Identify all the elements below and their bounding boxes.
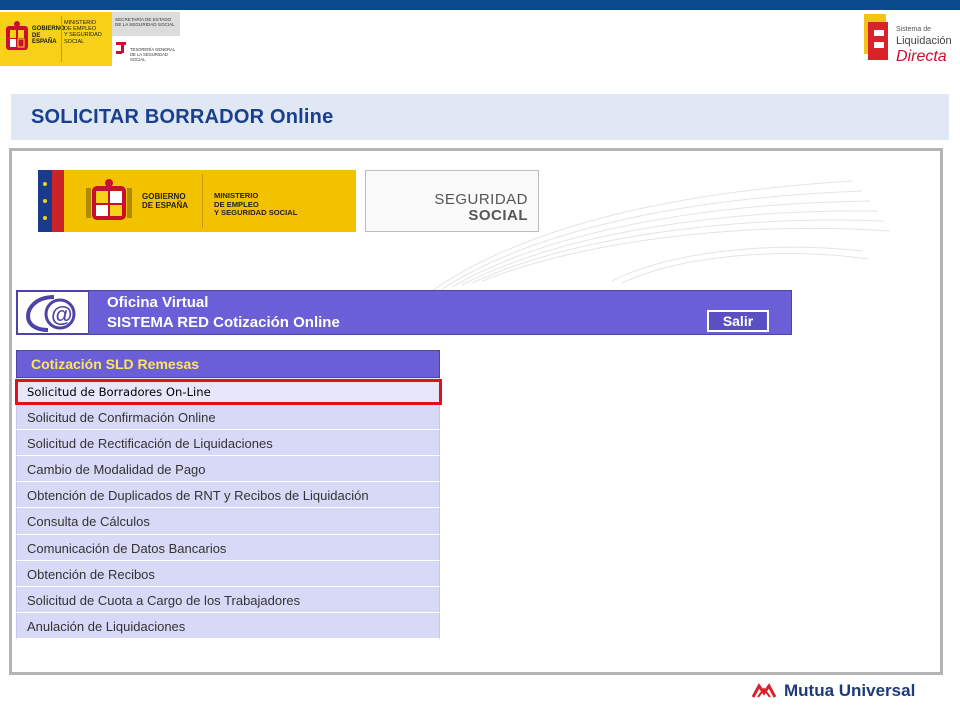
menu-item-label: Consulta de Cálculos — [27, 514, 150, 530]
title-bar: SOLICITAR BORRADOR Online — [11, 94, 949, 140]
ministry-line3: Y SEGURIDAD SOCIAL — [214, 208, 298, 218]
at-sign-logo: @ — [17, 291, 89, 334]
slide: GOBIERNO DE ESPAÑA MINISTERIO DE EMPLEO … — [0, 0, 960, 720]
office-subtitle: SISTEMA RED Cotización Online — [107, 314, 340, 331]
menu-item-duplicados[interactable]: Obtención de Duplicados de RNT y Recibos… — [16, 482, 440, 509]
top-band — [0, 0, 960, 10]
ss-line2: SOCIAL — [468, 207, 528, 224]
sistema-liquidacion-directa-logo: Sistema de Liquidación Directa — [862, 12, 952, 68]
menu-item-label: Anulación de Liquidaciones — [27, 618, 186, 634]
menu-item-label: Cambio de Modalidad de Pago — [27, 462, 206, 478]
tgss-icon — [116, 42, 126, 54]
gov-left-line2: DE ESPAÑA — [32, 32, 57, 46]
office-title: Oficina Virtual — [107, 294, 209, 311]
at-sign-icon: @ — [25, 295, 76, 332]
gov-right-line3: Y SEGURIDAD SOCIAL — [64, 32, 102, 45]
spain-flag-stripe — [52, 170, 64, 232]
sld-line1: Sistema de — [896, 26, 932, 33]
gov-line2: DE ESPAÑA — [142, 201, 189, 210]
menu-item-cuota-trabajadores[interactable]: Solicitud de Cuota a Cargo de los Trabaj… — [16, 586, 440, 613]
menu-item-label: Obtención de Recibos — [27, 566, 155, 582]
tgss-line2: DE LA SEGURIDAD SOCIAL — [130, 52, 168, 62]
mutua-universal-logo: Mutua Universal — [752, 680, 932, 702]
menu-item-consulta-calculos[interactable]: Consulta de Cálculos — [16, 508, 440, 535]
sld-line3: Directa — [896, 48, 947, 65]
sld-line2: Liquidación — [896, 35, 952, 47]
menu-header: Cotización SLD Remesas — [16, 350, 440, 378]
screenshot-frame: GOBIERNO DE ESPAÑA MINISTERIO DE EMPLEO … — [9, 148, 943, 675]
gov-line1: GOBIERNO — [142, 192, 186, 201]
menu-item-solicitud-confirmacion[interactable]: Solicitud de Confirmación Online — [16, 404, 440, 431]
svg-text:@: @ — [51, 302, 72, 327]
ss-line1: SEGURIDAD — [434, 191, 528, 208]
gov-left-line1: GOBIERNO — [32, 26, 65, 32]
menu-item-datos-bancarios[interactable]: Comunicación de Datos Bancarios — [16, 534, 440, 561]
menu-item-label: Comunicación de Datos Bancarios — [27, 540, 227, 556]
menu-item-label: Obtención de Duplicados de RNT y Recibos… — [27, 488, 369, 504]
menu-item-anulacion[interactable]: Anulación de Liquidaciones — [16, 612, 440, 639]
menu-item-label: Solicitud de Confirmación Online — [27, 410, 216, 426]
sld-logo-icon — [864, 14, 888, 60]
sec-line2: DE LA SEGURIDAD SOCIAL — [115, 22, 175, 28]
seguridad-social-logo: SEGURIDAD SOCIAL — [365, 170, 539, 232]
gov-separator — [61, 16, 62, 62]
menu-item-obtencion-recibos[interactable]: Obtención de Recibos — [16, 560, 440, 587]
eu-stars-icon — [43, 182, 47, 220]
menu-item-label: Solicitud de Rectificación de Liquidacio… — [27, 436, 273, 452]
page-title: SOLICITAR BORRADOR Online — [31, 106, 334, 128]
selection-highlight — [15, 379, 442, 405]
government-logo-block: GOBIERNO DE ESPAÑA MINISTERIO DE EMPLEO … — [0, 12, 180, 66]
menu-item-cambio-modalidad[interactable]: Cambio de Modalidad de Pago — [16, 456, 440, 483]
menu-item-solicitud-rectificacion[interactable]: Solicitud de Rectificación de Liquidacio… — [16, 430, 440, 457]
gobierno-espana-logo: GOBIERNO DE ESPAÑA MINISTERIO DE EMPLEO … — [38, 170, 356, 232]
brand-name: Mutua Universal — [784, 681, 916, 700]
secretaria-logo: SECRETARÍA DE ESTADO DE LA SEGURIDAD SOC… — [112, 12, 180, 66]
exit-button[interactable]: Salir — [707, 310, 769, 332]
menu-title: Cotización SLD Remesas — [31, 356, 200, 372]
gobierno-logo: GOBIERNO DE ESPAÑA MINISTERIO DE EMPLEO … — [0, 12, 112, 66]
menu-item-label: Solicitud de Cuota a Cargo de los Trabaj… — [27, 592, 301, 608]
oficina-virtual-header: @ Oficina Virtual SISTEMA RED Cotización… — [16, 290, 792, 335]
mutua-logo-icon — [752, 683, 777, 698]
gov-separator — [202, 174, 203, 228]
coat-of-arms-icon — [6, 21, 28, 50]
coat-of-arms-icon — [86, 179, 132, 220]
